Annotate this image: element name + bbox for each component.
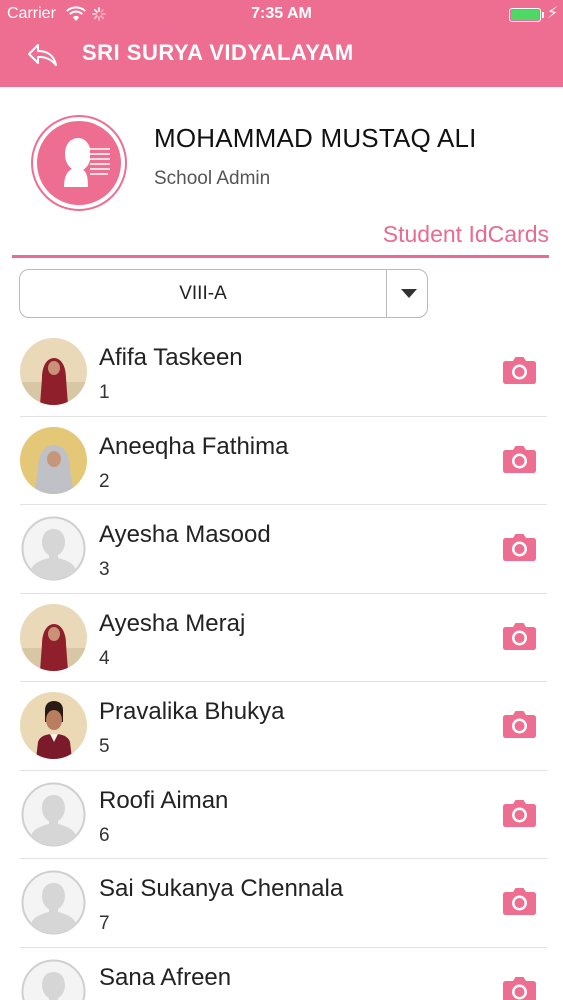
camera-button[interactable]	[502, 886, 537, 916]
student-roll-number: 3	[99, 559, 110, 580]
student-list: Afifa Taskeen 1 Aneeqha Fathima 2 Ayesha Mas…	[0, 328, 563, 1000]
student-roll-number: 6	[99, 824, 110, 846]
student-name: Afifa Taskeen	[99, 344, 243, 371]
student-name: Roofi Aiman	[99, 786, 229, 814]
avatar-placeholder-icon	[21, 516, 86, 581]
avatar-placeholder-icon	[21, 782, 86, 846]
battery-tip	[542, 12, 544, 18]
class-select-value: VIII-A	[179, 283, 227, 304]
avatar-placeholder-icon	[21, 870, 86, 935]
camera-button[interactable]	[502, 798, 537, 828]
chevron-down-icon[interactable]	[401, 289, 417, 298]
reply-arrow-icon	[28, 44, 57, 66]
student-photo	[20, 603, 87, 671]
camera-icon	[503, 888, 536, 915]
student-row[interactable]: Sana Afreen	[0, 948, 563, 1000]
camera-icon	[503, 711, 536, 738]
section-divider	[12, 255, 549, 258]
student-row[interactable]: Ayesha Meraj 4	[0, 594, 563, 682]
camera-button[interactable]	[502, 621, 537, 651]
avatar-placeholder-icon	[21, 959, 86, 1000]
avatar	[20, 869, 87, 936]
battery-icon	[509, 8, 541, 22]
student-row[interactable]: Pravalika Bhukya 5	[0, 682, 563, 771]
avatar	[20, 426, 87, 494]
camera-icon	[503, 622, 536, 650]
profile-name: MOHAMMAD MUSTAQ ALI	[154, 123, 477, 153]
student-roll-number: 5	[99, 736, 110, 757]
camera-icon	[503, 357, 536, 384]
student-row[interactable]: Aneeqha Fathima 2	[0, 417, 563, 505]
student-row[interactable]: Roofi Aiman 6	[0, 771, 563, 859]
student-row[interactable]: Ayesha Masood 3	[0, 505, 563, 594]
user-profile-icon	[31, 115, 127, 211]
camera-button[interactable]	[502, 444, 537, 474]
student-photo	[20, 692, 87, 759]
student-photo	[20, 338, 87, 405]
status-time: 7:35 AM	[251, 5, 312, 22]
camera-icon	[503, 799, 536, 827]
student-roll-number: 2	[99, 470, 110, 492]
camera-icon	[503, 445, 536, 473]
student-idcards-title: Student IdCards	[382, 221, 549, 247]
camera-button[interactable]	[502, 709, 537, 739]
student-row[interactable]: Sai Sukanya Chennala 7	[0, 859, 563, 948]
camera-button[interactable]	[502, 355, 537, 385]
back-button[interactable]	[26, 42, 60, 68]
camera-icon	[503, 534, 536, 561]
page-title: SRI SURYA VIDYALAYAM	[82, 40, 354, 65]
student-roll-number: 7	[99, 913, 110, 934]
student-name: Sai Sukanya Chennala	[99, 875, 344, 902]
student-name: Pravalika Bhukya	[99, 698, 285, 725]
select-divider	[386, 270, 387, 317]
student-photo	[20, 426, 87, 494]
camera-icon	[503, 976, 536, 1000]
camera-button[interactable]	[502, 975, 537, 1000]
student-roll-number: 4	[99, 647, 110, 669]
student-name: Sana Afreen	[99, 963, 232, 991]
app-header: Carrier 7:35 AM ⚡︎ SRI SURYA VIDYALAYAM	[0, 0, 563, 87]
student-name: Aneeqha Fathima	[99, 432, 289, 460]
avatar	[20, 338, 87, 405]
camera-button[interactable]	[502, 532, 537, 562]
student-roll-number: 1	[99, 382, 110, 403]
profile-avatar	[20, 115, 140, 211]
class-select[interactable]: VIII-A	[19, 269, 428, 318]
profile-role: School Admin	[154, 168, 271, 189]
avatar	[20, 603, 87, 671]
charging-bolt-icon: ⚡︎	[547, 5, 559, 22]
avatar	[20, 781, 87, 848]
avatar	[20, 958, 87, 1000]
student-row[interactable]: Afifa Taskeen 1	[0, 328, 563, 417]
avatar	[20, 515, 87, 582]
avatar	[20, 692, 87, 759]
student-name: Ayesha Masood	[99, 521, 271, 548]
student-name: Ayesha Meraj	[99, 609, 246, 637]
status-bar: Carrier 7:35 AM ⚡︎	[0, 0, 563, 30]
